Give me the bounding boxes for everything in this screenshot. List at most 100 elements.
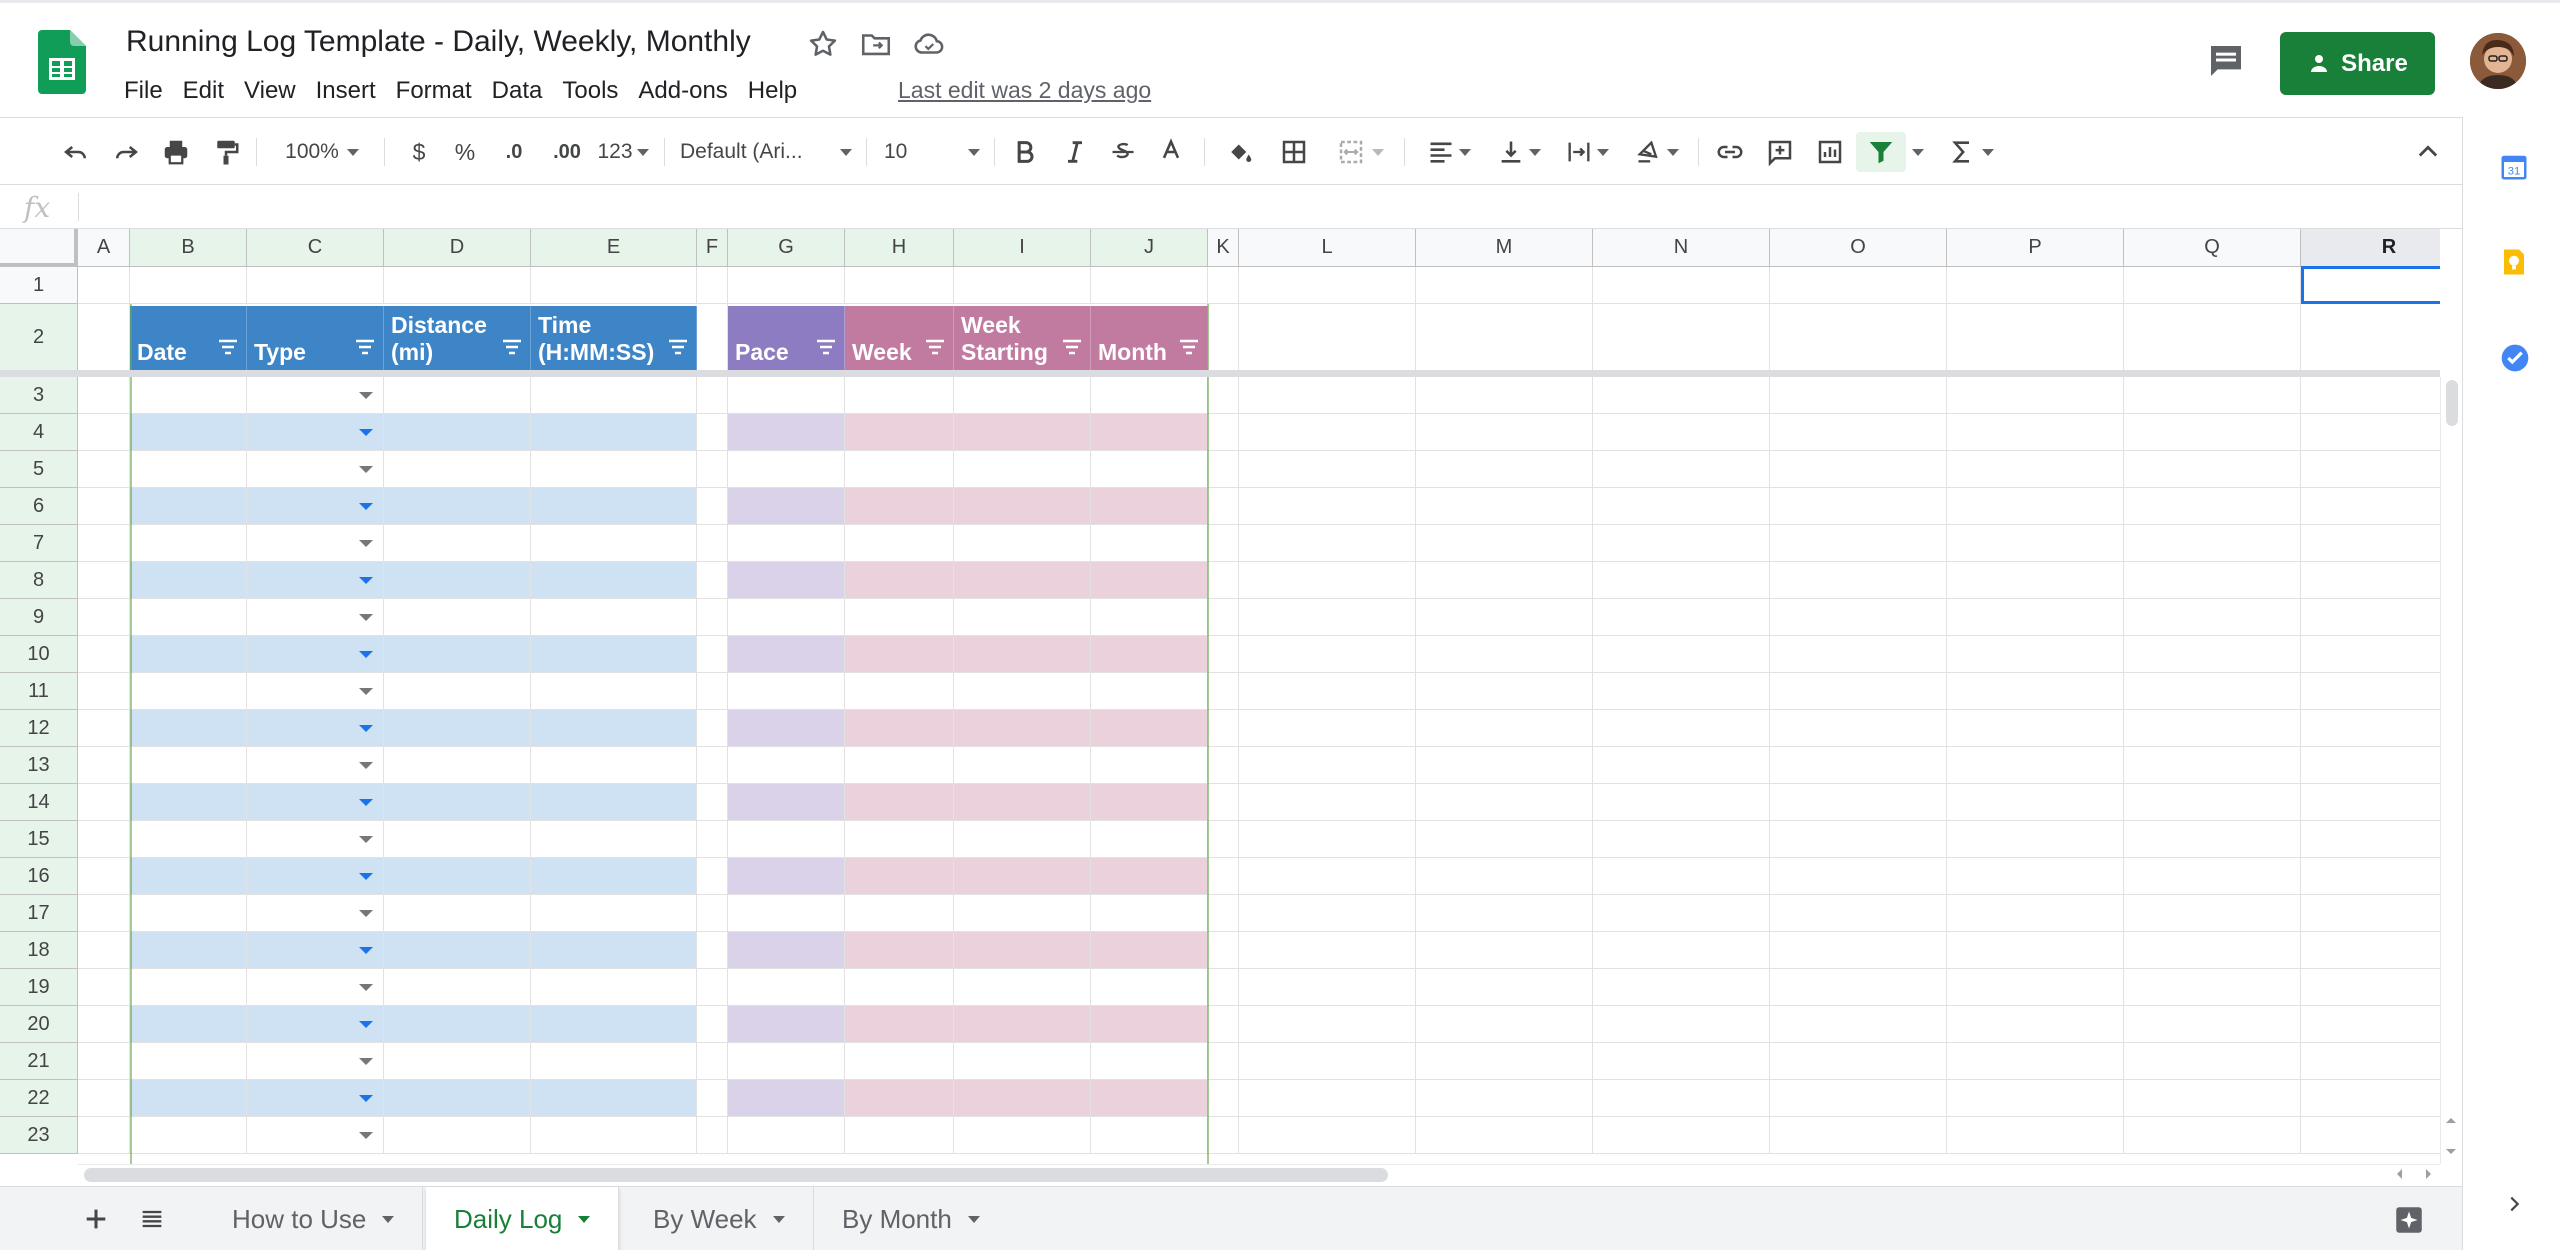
cell-f12[interactable] [697, 710, 728, 747]
cell-e14[interactable] [531, 784, 697, 821]
cell-f16[interactable] [697, 858, 728, 895]
cell-f22[interactable] [697, 1080, 728, 1117]
cell-b5[interactable] [130, 451, 247, 488]
cell-j21[interactable] [1091, 1043, 1208, 1080]
cell-b9[interactable] [130, 599, 247, 636]
filter-toggle-icon[interactable] [1179, 334, 1199, 361]
cell-r23[interactable] [2301, 1117, 2440, 1154]
cell-i17[interactable] [954, 895, 1091, 932]
cell-l2[interactable] [1239, 304, 1416, 371]
cell-m18[interactable] [1416, 932, 1593, 969]
cell-q18[interactable] [2124, 932, 2301, 969]
cell-k12[interactable] [1208, 710, 1239, 747]
cell-g9[interactable] [728, 599, 845, 636]
cell-o23[interactable] [1770, 1117, 1947, 1154]
cell-m5[interactable] [1416, 451, 1593, 488]
cell-l10[interactable] [1239, 636, 1416, 673]
cell-c17[interactable] [247, 895, 384, 932]
filter-icon[interactable] [1856, 132, 1906, 172]
percent-format-button[interactable]: % [448, 134, 482, 170]
filter-toggle-icon[interactable] [816, 334, 836, 361]
row-header-12[interactable]: 12 [0, 710, 78, 747]
cell-i8[interactable] [954, 562, 1091, 599]
cell-b14[interactable] [130, 784, 247, 821]
cell-g18[interactable] [728, 932, 845, 969]
cell-n16[interactable] [1593, 858, 1770, 895]
cell-q6[interactable] [2124, 488, 2301, 525]
cell-d16[interactable] [384, 858, 531, 895]
column-header-e[interactable]: E [531, 229, 697, 267]
row-header-3[interactable]: 3 [0, 377, 78, 414]
currency-format-button[interactable]: $ [402, 134, 436, 170]
merge-cells-icon[interactable] [1330, 134, 1390, 170]
cell-r16[interactable] [2301, 858, 2440, 895]
type-dropdown-arrow-icon[interactable] [359, 762, 373, 769]
cell-e3[interactable] [531, 377, 697, 414]
cell-f20[interactable] [697, 1006, 728, 1043]
row-header-1[interactable]: 1 [0, 267, 78, 304]
cell-m21[interactable] [1416, 1043, 1593, 1080]
cell-l19[interactable] [1239, 969, 1416, 1006]
cell-n8[interactable] [1593, 562, 1770, 599]
cell-c22[interactable] [247, 1080, 384, 1117]
column-header-p[interactable]: P [1947, 229, 2124, 267]
cell-h8[interactable] [845, 562, 954, 599]
cell-r7[interactable] [2301, 525, 2440, 562]
cell-l11[interactable] [1239, 673, 1416, 710]
cell-o12[interactable] [1770, 710, 1947, 747]
cell-q15[interactable] [2124, 821, 2301, 858]
cell-a12[interactable] [78, 710, 130, 747]
filter-toggle-icon[interactable] [668, 334, 688, 361]
cell-o17[interactable] [1770, 895, 1947, 932]
cell-i12[interactable] [954, 710, 1091, 747]
sheet-tab-by-week[interactable]: By Week [625, 1187, 814, 1250]
text-rotation-icon[interactable] [1628, 134, 1686, 170]
cell-q12[interactable] [2124, 710, 2301, 747]
cell-g21[interactable] [728, 1043, 845, 1080]
column-header-k[interactable]: K [1208, 229, 1239, 267]
keep-icon[interactable] [2499, 247, 2529, 282]
functions-icon[interactable] [1942, 134, 2000, 170]
cell-f7[interactable] [697, 525, 728, 562]
text-color-icon[interactable] [1154, 134, 1188, 170]
cell-e6[interactable] [531, 488, 697, 525]
cell-n6[interactable] [1593, 488, 1770, 525]
cell-k4[interactable] [1208, 414, 1239, 451]
menu-add-ons[interactable]: Add-ons [628, 77, 737, 105]
cell-p8[interactable] [1947, 562, 2124, 599]
cell-e13[interactable] [531, 747, 697, 784]
cell-q8[interactable] [2124, 562, 2301, 599]
menu-tools[interactable]: Tools [552, 77, 628, 105]
cell-d1[interactable] [384, 267, 531, 304]
cell-m8[interactable] [1416, 562, 1593, 599]
strikethrough-icon[interactable] [1106, 134, 1140, 170]
cell-p22[interactable] [1947, 1080, 2124, 1117]
cell-h20[interactable] [845, 1006, 954, 1043]
cell-n22[interactable] [1593, 1080, 1770, 1117]
cell-f9[interactable] [697, 599, 728, 636]
cell-a6[interactable] [78, 488, 130, 525]
cell-l18[interactable] [1239, 932, 1416, 969]
cell-r11[interactable] [2301, 673, 2440, 710]
cell-n4[interactable] [1593, 414, 1770, 451]
cell-c21[interactable] [247, 1043, 384, 1080]
cell-f19[interactable] [697, 969, 728, 1006]
cell-f21[interactable] [697, 1043, 728, 1080]
cell-i15[interactable] [954, 821, 1091, 858]
cell-p23[interactable] [1947, 1117, 2124, 1154]
cell-p2[interactable] [1947, 304, 2124, 371]
cell-j4[interactable] [1091, 414, 1208, 451]
cell-a19[interactable] [78, 969, 130, 1006]
cell-r20[interactable] [2301, 1006, 2440, 1043]
cell-p20[interactable] [1947, 1006, 2124, 1043]
cell-q23[interactable] [2124, 1117, 2301, 1154]
cell-a22[interactable] [78, 1080, 130, 1117]
cell-g23[interactable] [728, 1117, 845, 1154]
cell-j14[interactable] [1091, 784, 1208, 821]
cell-i3[interactable] [954, 377, 1091, 414]
cell-l12[interactable] [1239, 710, 1416, 747]
cell-b1[interactable] [130, 267, 247, 304]
active-cell-selection[interactable] [2301, 266, 2440, 304]
cell-d10[interactable] [384, 636, 531, 673]
cell-q20[interactable] [2124, 1006, 2301, 1043]
